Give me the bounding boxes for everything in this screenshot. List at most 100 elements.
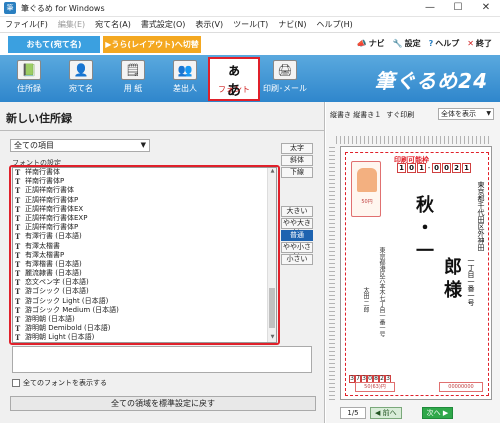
font-list-item[interactable]: T 游ゴシック Light (日本語) bbox=[13, 297, 276, 306]
megaphone-icon: 📣 bbox=[356, 39, 367, 48]
truetype-icon: T bbox=[15, 333, 21, 343]
switch-back-side-button[interactable]: ▶うら(レイアウト)へ切替 bbox=[103, 36, 201, 53]
truetype-icon: T bbox=[15, 315, 21, 324]
font-list-item[interactable]: T 游ゴシック (日本語) bbox=[13, 287, 276, 296]
page-navigator: 1/5 ◀ 前へ 次へ ▶ bbox=[340, 406, 492, 420]
toolbar-label: 宛て名 bbox=[69, 84, 93, 93]
chevron-down-icon: ▼ bbox=[140, 141, 146, 149]
truetype-icon: T bbox=[15, 296, 21, 306]
prev-page-button[interactable]: ◀ 前へ bbox=[370, 407, 402, 419]
person-icon: 👤 bbox=[69, 60, 93, 80]
zip-digit: 0 bbox=[407, 163, 416, 173]
preview-toolbar: 縦書き 縦書き１ すぐ印刷 bbox=[330, 110, 414, 120]
font-list-item[interactable]: T 游明朝 Light (日本語) bbox=[13, 333, 276, 342]
font-list[interactable]: T 祥南行書体 T 祥南行書体P T 正調祥南行書体 T 正調祥南行書体P T 正調祥南行… bbox=[12, 167, 277, 343]
quick-print-button[interactable]: すぐ印刷 bbox=[386, 110, 414, 120]
size-large-button[interactable]: 大きい bbox=[281, 206, 313, 217]
truetype-icon: T bbox=[15, 186, 21, 196]
menu-navi[interactable]: ナビ(N) bbox=[278, 19, 306, 30]
toolbar-recipient[interactable]: 👤 宛て名 bbox=[57, 58, 105, 99]
size-small-button[interactable]: 小さい bbox=[281, 254, 313, 265]
settings-link[interactable]: 🔧 設定 bbox=[393, 38, 421, 49]
minimize-button[interactable]: — bbox=[416, 0, 444, 17]
bold-button[interactable]: 太字 bbox=[281, 143, 313, 154]
exit-link[interactable]: ✕ 終了 bbox=[467, 38, 492, 49]
preview-panel: 縦書き 縦書き１ すぐ印刷 全体を表示 ▼ 印刷可能枠 50円 1 0 1 - … bbox=[326, 102, 500, 423]
font-list-item[interactable]: T 正調祥南行書体P bbox=[13, 223, 276, 232]
scrollbar-thumb[interactable] bbox=[269, 288, 275, 328]
toolbar-sender[interactable]: 👥 差出人 bbox=[161, 58, 209, 99]
recipient-zip: 1 0 1 - 0 0 2 1 bbox=[397, 163, 471, 173]
settings-label: 設定 bbox=[404, 39, 421, 48]
chevron-down-icon: ▼ bbox=[486, 110, 491, 117]
next-page-button[interactable]: 次へ ▶ bbox=[421, 407, 454, 419]
horizontal-ruler bbox=[336, 136, 492, 144]
truetype-icon: T bbox=[15, 259, 21, 269]
help-link[interactable]: ? ヘルプ bbox=[429, 38, 460, 49]
size-slightly-small-button[interactable]: やや小さい bbox=[281, 242, 313, 260]
close-icon: ✕ bbox=[467, 39, 474, 48]
toolbar-print-mail[interactable]: 🖨 印刷･メール bbox=[263, 58, 307, 99]
toolbar-address-book[interactable]: 📗 住所録 bbox=[5, 58, 53, 99]
font-list-item[interactable]: T 有澤太楷書 bbox=[13, 242, 276, 251]
navi-link[interactable]: 📣 ナビ bbox=[357, 38, 385, 49]
brand-logo: 筆ぐるめ24 bbox=[374, 69, 488, 93]
font-list-scrollbar[interactable]: ▲ ▼ bbox=[267, 168, 276, 342]
toolbar-label: 差出人 bbox=[173, 84, 197, 93]
menu-file[interactable]: ファイル(F) bbox=[5, 19, 48, 30]
font-list-item[interactable]: T 麗流隷書 (日本語) bbox=[13, 269, 276, 278]
truetype-icon: T bbox=[15, 232, 21, 242]
size-normal-button[interactable]: 普通 bbox=[281, 230, 313, 241]
reset-defaults-button[interactable]: 全ての領域を標準設定に戻す bbox=[10, 396, 316, 411]
font-list-item[interactable]: T 游明朝 Demibold (日本語) bbox=[13, 324, 276, 333]
toolbar-paper[interactable]: 🗒 用 紙 bbox=[109, 58, 157, 99]
menu-help[interactable]: ヘルプ(H) bbox=[317, 19, 353, 30]
menu-format[interactable]: 書式設定(O) bbox=[141, 19, 186, 30]
font-icon: ぁあ bbox=[227, 63, 241, 99]
font-list-item[interactable]: T 游明朝 (日本語) bbox=[13, 315, 276, 324]
zip-digit: 1 bbox=[397, 163, 406, 173]
close-button[interactable]: ✕ bbox=[472, 0, 500, 17]
italic-button[interactable]: 斜体 bbox=[281, 155, 313, 166]
zip-digit: 0 bbox=[442, 163, 451, 173]
toolbar-label: フォント bbox=[218, 85, 250, 94]
recipient-address-line1: 東京都千代田区外神田 bbox=[477, 181, 485, 251]
size-slightly-large-button[interactable]: やや大きい bbox=[281, 218, 313, 236]
menu-address[interactable]: 宛て名(A) bbox=[95, 19, 131, 30]
scroll-down-icon[interactable]: ▼ bbox=[268, 334, 276, 342]
font-list-item[interactable]: T 祥南行書体 bbox=[13, 168, 276, 177]
vertical-ruler bbox=[329, 146, 335, 400]
toolbar-label: 住所録 bbox=[17, 84, 41, 93]
sender-address: 東京都港区六本木七丁目一番一号 bbox=[378, 247, 385, 337]
item-filter-select[interactable]: 全ての項目 ▼ bbox=[10, 139, 150, 152]
font-list-item[interactable]: T 正調祥南行書体EXP bbox=[13, 214, 276, 223]
truetype-icon: T bbox=[15, 213, 21, 223]
font-list-item[interactable]: T 游ゴシック Medium (日本語) bbox=[13, 306, 276, 315]
sender-name: 太田 二郎 bbox=[362, 287, 369, 313]
underline-button[interactable]: 下線 bbox=[281, 167, 313, 178]
show-all-fonts-label: 全てのフォントを表示する bbox=[23, 379, 107, 387]
show-all-fonts-option[interactable]: 全てのフォントを表示する bbox=[12, 378, 107, 388]
barcode-area-right: 00000000 bbox=[439, 382, 483, 392]
font-list-item[interactable]: T 有澤行書 (日本語) bbox=[13, 232, 276, 241]
font-list-item[interactable]: T 祥南行書体P bbox=[13, 177, 276, 186]
show-all-fonts-checkbox[interactable] bbox=[12, 379, 20, 387]
font-list-item[interactable]: T 有澤太楷書P bbox=[13, 251, 276, 260]
menu-view[interactable]: 表示(V) bbox=[195, 19, 223, 30]
view-select[interactable]: 全体を表示 ▼ bbox=[438, 108, 494, 120]
font-list-item[interactable]: T 正調祥南行書体P bbox=[13, 196, 276, 205]
font-list-item[interactable]: T 有澤楷書 (日本語) bbox=[13, 260, 276, 269]
scroll-up-icon[interactable]: ▲ bbox=[268, 168, 276, 176]
font-list-item[interactable]: T 正調祥南行書体 bbox=[13, 186, 276, 195]
mode-bar: おもて(宛て名) ▶うら(レイアウト)へ切替 📣 ナビ 🔧 設定 ? ヘルプ ✕… bbox=[0, 33, 500, 55]
font-list-item[interactable]: T 正調祥南行書体EX bbox=[13, 205, 276, 214]
front-side-tab[interactable]: おもて(宛て名) bbox=[8, 36, 100, 53]
toolbar-font[interactable]: ぁあ フォント bbox=[208, 57, 260, 101]
maximize-button[interactable]: ☐ bbox=[444, 0, 472, 17]
app-icon: 筆 bbox=[4, 2, 16, 14]
orientation-label[interactable]: 縦書き 縦書き１ bbox=[330, 110, 381, 120]
menu-edit[interactable]: 編集(E) bbox=[58, 19, 85, 30]
truetype-icon: T bbox=[15, 305, 21, 315]
menu-tools[interactable]: ツール(T) bbox=[233, 19, 268, 30]
postcard-preview[interactable]: 印刷可能枠 50円 1 0 1 - 0 0 2 1 東京都千代田区外神田 一丁目… bbox=[340, 146, 492, 400]
